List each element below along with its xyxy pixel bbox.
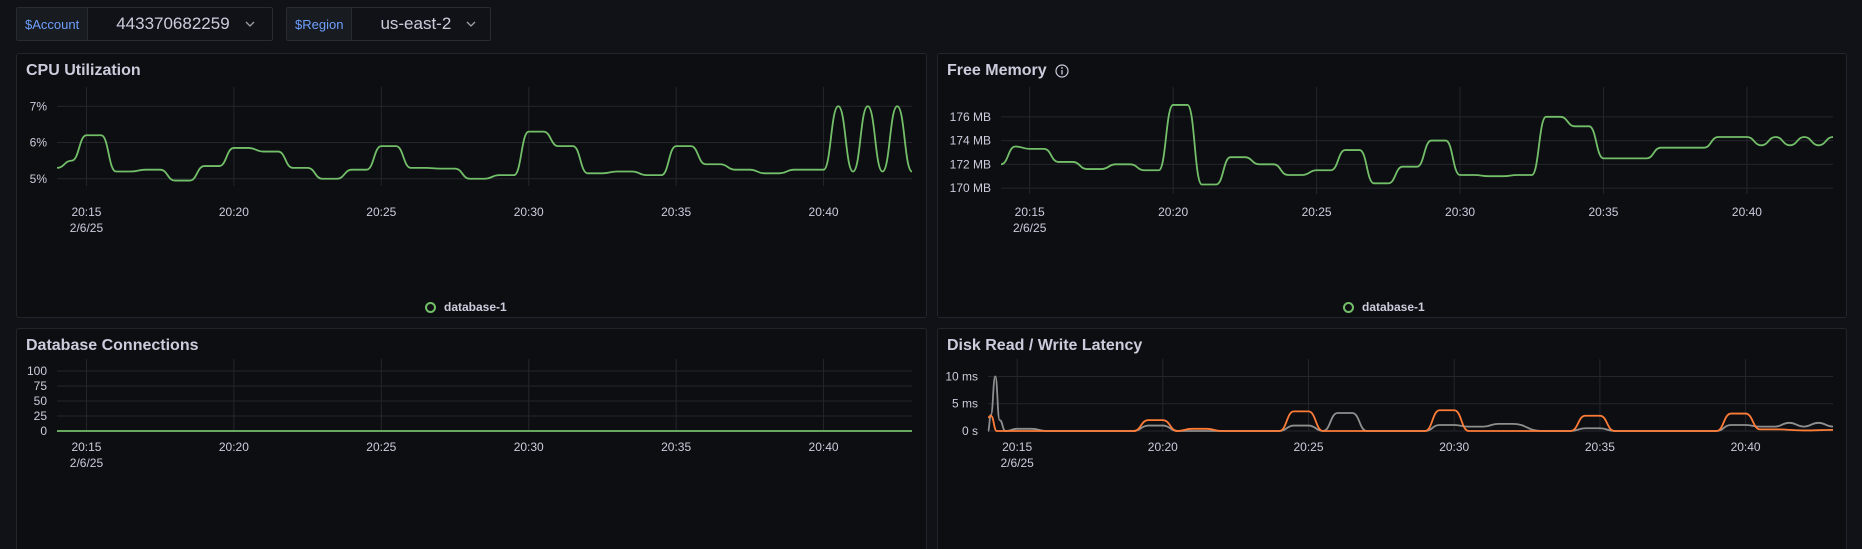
- series-line: [987, 409, 1834, 432]
- legend-marker: [425, 301, 436, 313]
- disk-latency-panel[interactable]: 0 s 5 ms 10 ms 20:15 2/6/25 20:20 20:25 20:30 20…: [937, 328, 1847, 549]
- x-tick-label: 20:20: [1158, 205, 1188, 219]
- disk-latency-chart: 0 s 5 ms 10 ms 20:15 2/6/25 20:20 20:25 20:30 20…: [945, 359, 1834, 470]
- x-tick-label: 20:35: [661, 440, 691, 454]
- account-select[interactable]: 443370682259: [88, 8, 267, 40]
- account-variable-label: $Account: [17, 8, 89, 40]
- panel-title: Database Connections: [26, 337, 199, 354]
- legend-label: database-1: [444, 300, 507, 314]
- database-connections-chart: 0255075100 20:15 2/6/25 20:20 20:25 20:30 20:3…: [27, 359, 912, 470]
- x-tick-label: 20:15: [71, 440, 101, 454]
- region-select[interactable]: us-east-2: [352, 8, 489, 40]
- x-tick-label: 20:20: [219, 205, 249, 219]
- x-date-label: 2/6/25: [1000, 456, 1034, 470]
- y-tick-label: 25: [34, 409, 48, 423]
- y-tick-label: 50: [34, 394, 48, 408]
- x-date-label: 2/6/25: [70, 221, 104, 235]
- y-tick-label: 5%: [30, 172, 48, 186]
- panel-title: Free Memory: [947, 62, 1069, 80]
- x-tick-label: 20:20: [219, 440, 249, 454]
- account-variable: $Account 443370682259: [16, 7, 273, 41]
- x-tick-label: 20:25: [366, 440, 396, 454]
- x-date-label: 2/6/25: [1013, 221, 1047, 235]
- y-tick-label: 0: [40, 424, 47, 438]
- account-value: 443370682259: [116, 14, 230, 33]
- chart-legend[interactable]: database-1: [1343, 300, 1425, 314]
- region-variable: $Region us-east-2: [286, 7, 491, 41]
- y-tick-label: 176 MB: [950, 110, 991, 124]
- x-tick-label: 20:40: [1731, 440, 1761, 454]
- panel-title: Disk Read / Write Latency: [947, 337, 1143, 354]
- cpu-utilization-chart: 5% 6% 7% 20:15 2/6/25 20:20 20:25 20:30 20:35 20:…: [30, 87, 913, 235]
- y-tick-label: 6%: [30, 136, 48, 150]
- y-tick-label: 7%: [30, 99, 48, 113]
- x-tick-label: 20:35: [1585, 440, 1615, 454]
- x-tick-label: 20:15: [71, 205, 101, 219]
- y-tick-label: 170 MB: [950, 181, 991, 195]
- x-tick-label: 20:15: [1015, 205, 1045, 219]
- y-tick-label: 5 ms: [952, 397, 978, 411]
- x-tick-label: 20:35: [1588, 205, 1618, 219]
- x-tick-label: 20:15: [1002, 440, 1032, 454]
- info-icon[interactable]: [1054, 64, 1069, 78]
- x-tick-label: 20:25: [366, 205, 396, 219]
- legend-marker: [1343, 301, 1354, 313]
- x-tick-label: 20:25: [1294, 440, 1324, 454]
- x-tick-label: 20:30: [1439, 440, 1469, 454]
- x-tick-label: 20:30: [1445, 205, 1475, 219]
- y-tick-label: 0 s: [962, 424, 978, 438]
- y-tick-label: 172 MB: [950, 157, 991, 171]
- region-value: us-east-2: [380, 14, 452, 33]
- x-tick-label: 20:40: [809, 205, 839, 219]
- x-tick-label: 20:30: [514, 440, 544, 454]
- y-tick-label: 10 ms: [945, 369, 978, 383]
- x-date-label: 2/6/25: [70, 456, 104, 470]
- panel-title: CPU Utilization: [26, 62, 141, 79]
- chevron-down-icon: [245, 21, 255, 27]
- x-tick-label: 20:40: [1732, 205, 1762, 219]
- y-tick-label: 75: [34, 379, 48, 393]
- x-tick-label: 20:35: [661, 205, 691, 219]
- series-line: [56, 105, 913, 182]
- region-variable-label: $Region: [287, 8, 353, 40]
- y-tick-label: 174 MB: [950, 134, 991, 148]
- y-tick-label: 100: [27, 364, 47, 378]
- cpu-utilization-panel[interactable]: 5% 6% 7% 20:15 2/6/25 20:20 20:25 20:30 20:35 20:…: [16, 53, 927, 318]
- chart-legend[interactable]: database-1: [425, 300, 507, 314]
- x-tick-label: 20:30: [514, 205, 544, 219]
- x-tick-label: 20:40: [809, 440, 839, 454]
- legend-label: database-1: [1362, 300, 1425, 314]
- free-memory-chart: 170 MB 172 MB 174 MB 176 MB 20:15 2/6/25 20:20…: [950, 87, 1834, 235]
- x-tick-label: 20:25: [1302, 205, 1332, 219]
- chevron-down-icon: [466, 21, 476, 27]
- x-tick-label: 20:20: [1148, 440, 1178, 454]
- database-connections-panel[interactable]: 0 25 50 75 100 20:15 2/6/25 20:20 20:25 20:30 20:3…: [16, 328, 927, 549]
- free-memory-panel[interactable]: 170 MB 172 MB 174 MB 176 MB 20:15 2/6/25 20:20…: [937, 53, 1847, 318]
